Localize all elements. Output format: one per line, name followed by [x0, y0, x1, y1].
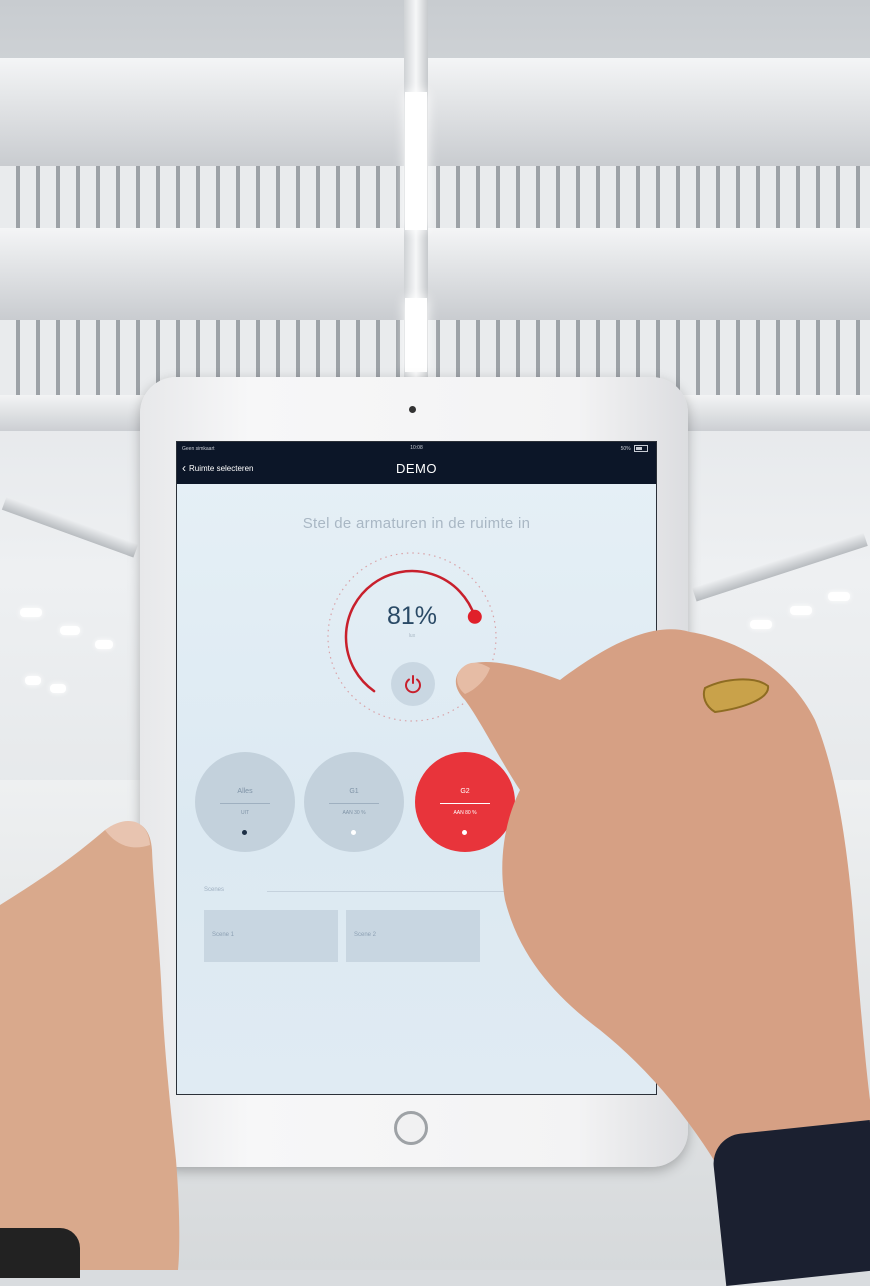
left-hand: [0, 821, 180, 1270]
hands-overlay: [0, 629, 870, 1270]
right-hand: [455, 629, 870, 1170]
wristwatch: [0, 1228, 80, 1278]
jacket-sleeve: [710, 1120, 870, 1286]
